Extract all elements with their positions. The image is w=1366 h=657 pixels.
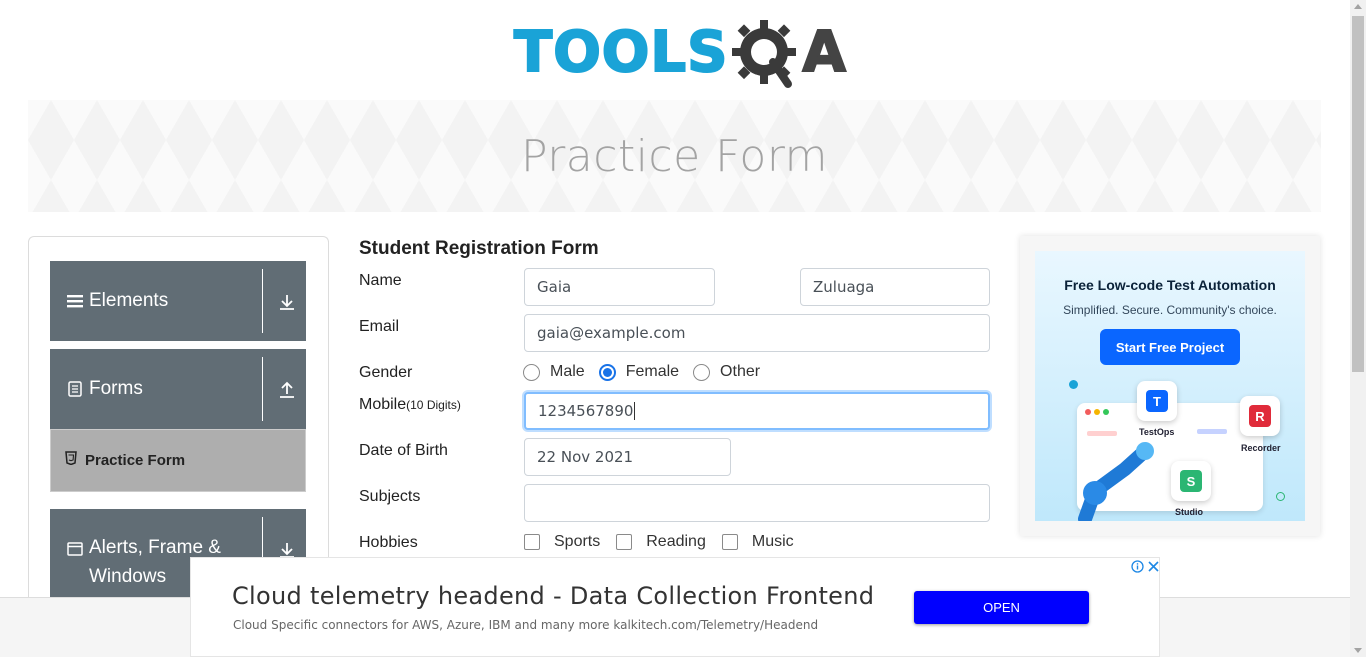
radio-label: Other	[720, 363, 761, 380]
mobile-hint: (10 Digits)	[406, 398, 461, 412]
hobby-music[interactable]: Music	[721, 533, 794, 551]
hobbies-group: Sports Reading Music	[524, 533, 808, 551]
email-label: Email	[359, 318, 400, 335]
divider	[262, 357, 263, 421]
sidebar-item-label: Practice Form	[85, 452, 186, 469]
decor-bar-icon	[1197, 429, 1227, 434]
scroll-thumb[interactable]	[1352, 16, 1364, 372]
subjects-label: Subjects	[359, 488, 421, 505]
logo-gear-q-icon	[732, 20, 797, 88]
divider	[262, 269, 263, 333]
email-input[interactable]: gaia@example.com	[524, 314, 990, 352]
window-dot-icon	[1103, 409, 1109, 415]
sidebar-group-forms[interactable]: Forms Practice Form	[50, 349, 306, 492]
decor-dot-icon	[1069, 380, 1078, 389]
testops-glyph-icon: T	[1146, 390, 1168, 412]
mobile-input[interactable]: 1234567890	[524, 392, 990, 430]
gender-label: Gender	[359, 364, 413, 381]
ad-image[interactable]: Free Low-code Test Automation Simplified…	[1035, 251, 1305, 521]
sidebar-group-label: Elements	[89, 290, 169, 311]
logo-tools-text: TOOLS	[513, 20, 729, 85]
logo-a-text: A	[801, 20, 846, 85]
hamburger-icon	[67, 293, 83, 309]
studio-glyph-icon: S	[1180, 470, 1202, 492]
close-icon[interactable]	[1145, 558, 1161, 574]
right-advertisement[interactable]: Free Low-code Test Automation Simplified…	[1020, 236, 1320, 536]
info-icon[interactable]	[1129, 558, 1145, 574]
page-title: Practice Form	[520, 130, 829, 182]
gender-option-male[interactable]: Male	[523, 363, 585, 381]
first-name-input[interactable]: Gaia	[524, 268, 715, 306]
checkbox-sports[interactable]	[524, 534, 540, 550]
checkbox-label: Music	[751, 533, 794, 550]
recorder-label: Recorder	[1241, 443, 1281, 453]
subjects-input[interactable]	[524, 484, 990, 522]
name-label: Name	[359, 272, 402, 289]
window-dot-icon	[1094, 409, 1100, 415]
bottom-ad-subtitle[interactable]: Cloud Specific connectors for AWS, Azure…	[233, 618, 818, 632]
sidebar-group-header[interactable]: Elements	[50, 261, 306, 341]
checkbox-label: Sports	[554, 533, 601, 550]
page-banner: Practice Form	[28, 100, 1321, 212]
studio-app-icon: S	[1171, 461, 1211, 501]
checkbox-label: Reading	[646, 533, 706, 550]
date-of-birth-input[interactable]: 22 Nov 2021	[524, 438, 731, 476]
hobbies-label: Hobbies	[359, 534, 418, 551]
decor-ring-icon	[1276, 492, 1285, 501]
ad-headline: Free Low-code Test Automation	[1064, 277, 1276, 293]
mobile-label-text: Mobile	[359, 396, 407, 413]
testops-app-icon: T	[1137, 381, 1177, 421]
scroll-down-icon[interactable]	[1354, 648, 1362, 653]
recorder-app-icon: R	[1240, 396, 1280, 436]
upload-arrow-icon[interactable]	[278, 381, 296, 399]
radio-female[interactable]	[598, 363, 616, 381]
radio-label: Female	[625, 363, 680, 380]
document-icon	[67, 381, 83, 397]
radio-male[interactable]	[523, 363, 540, 381]
gender-radio-group: Male Female Other	[523, 363, 774, 381]
studio-label: Studio	[1175, 507, 1203, 517]
ad-subline: Simplified. Secure. Community's choice.	[1063, 303, 1277, 317]
recorder-glyph-icon: R	[1249, 405, 1271, 427]
download-arrow-icon[interactable]	[278, 293, 296, 311]
radio-other[interactable]	[693, 363, 711, 381]
page-scrollbar[interactable]	[1350, 0, 1366, 657]
hobby-reading[interactable]: Reading	[616, 533, 706, 551]
bottom-ad-title[interactable]: Cloud telemetry headend - Data Collectio…	[232, 582, 874, 610]
window-dot-icon	[1085, 409, 1091, 415]
sidebar-item-practice-form[interactable]: Practice Form	[50, 429, 306, 492]
window-icon	[67, 541, 83, 557]
hobby-sports[interactable]: Sports	[524, 533, 600, 551]
form-title: Student Registration Form	[359, 238, 599, 259]
robot-arm-icon	[1078, 442, 1154, 521]
checkbox-reading[interactable]	[616, 534, 633, 550]
text-cursor	[634, 402, 636, 420]
ad-choices	[1129, 558, 1161, 574]
checkbox-music[interactable]	[721, 534, 738, 550]
radio-label: Male	[550, 363, 585, 380]
scroll-up-icon[interactable]	[1354, 4, 1362, 9]
open-button[interactable]: OPEN	[914, 591, 1089, 624]
mobile-value: 1234567890	[538, 402, 634, 420]
sidebar-group-label: Forms	[89, 378, 143, 399]
gender-option-female[interactable]: Female	[598, 363, 680, 381]
toolsqa-logo[interactable]: TOOLS A	[513, 14, 847, 92]
logo-qa: A	[730, 16, 847, 90]
html5-icon	[65, 451, 77, 470]
gender-option-other[interactable]: Other	[693, 363, 760, 381]
start-free-project-button[interactable]: Start Free Project	[1100, 329, 1240, 365]
dob-label: Date of Birth	[359, 442, 448, 459]
sidebar-group-header[interactable]: Forms	[50, 349, 306, 429]
last-name-input[interactable]: Zuluaga	[800, 268, 990, 306]
mobile-label: Mobile(10 Digits)	[359, 396, 461, 414]
sidebar-group-elements[interactable]: Elements	[50, 261, 306, 341]
bottom-advertisement[interactable]: Cloud telemetry headend - Data Collectio…	[190, 557, 1160, 657]
